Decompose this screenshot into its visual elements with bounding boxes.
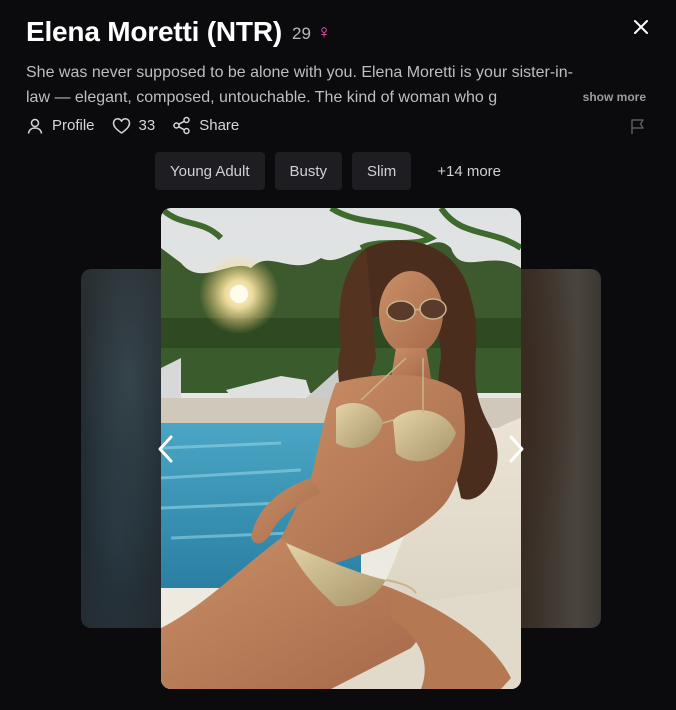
gender-female-icon: ♀ [316,21,332,43]
description-line-2: law — elegant, composed, untouchable. Th… [26,89,498,106]
character-name: Elena Moretti (NTR) [26,16,282,47]
like-button[interactable]: 33 [112,117,156,135]
carousel-next-button[interactable] [505,434,527,469]
action-bar: Profile 33 Share [26,116,256,135]
profile-button[interactable]: Profile [26,117,95,135]
title-row: Elena Moretti (NTR) 29 ♀ [26,14,652,50]
main-character-image [161,208,521,689]
close-icon [634,20,648,34]
image-carousel [0,208,676,690]
share-icon [173,116,190,135]
more-tags-button[interactable]: +14 more [421,152,517,190]
show-more-link[interactable]: show more [583,85,646,110]
character-header: Elena Moretti (NTR) 29 ♀ She was never s… [26,14,652,135]
tag-list: Young Adult Busty Slim +14 more [155,152,527,190]
character-photo [161,208,521,689]
close-button[interactable] [630,16,652,38]
tag-chip[interactable]: Busty [274,152,343,190]
flag-icon [631,119,644,134]
heart-icon [112,117,130,134]
profile-label: Profile [52,117,95,134]
tag-chip[interactable]: Slim [352,152,412,190]
chevron-right-icon [509,435,524,463]
character-age: 29 [291,23,311,43]
chevron-left-icon [158,435,173,463]
description-fade: show more [526,85,646,110]
carousel-prev-button[interactable] [155,434,177,469]
description-line-1: She was never supposed to be alone with … [26,64,573,81]
share-label: Share [199,117,240,134]
user-icon [27,118,43,134]
like-count: 33 [138,117,156,134]
report-button[interactable] [630,118,646,140]
share-button[interactable]: Share [172,116,239,135]
character-description: She was never supposed to be alone with … [26,60,646,110]
description-line-2-wrapper: law — elegant, composed, untouchable. Th… [26,85,646,110]
tag-chip[interactable]: Young Adult [155,152,265,190]
